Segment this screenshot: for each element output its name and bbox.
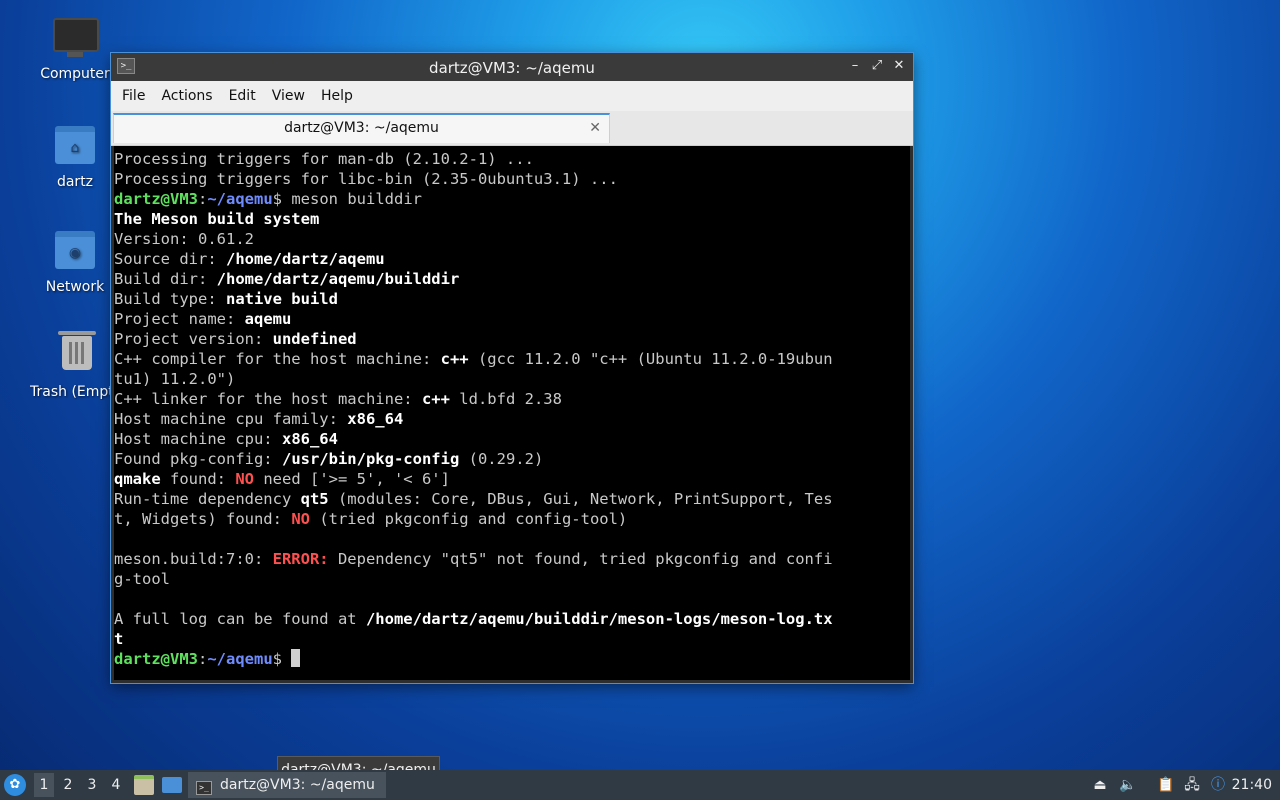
- network-folder-icon: ◉: [53, 231, 97, 275]
- menu-view[interactable]: View: [264, 88, 313, 104]
- terminal-line: C++ compiler for the host machine: c++ (…: [114, 350, 833, 368]
- home-folder-icon: ⌂: [53, 126, 97, 170]
- terminal-line: Found pkg-config: /usr/bin/pkg-config (0…: [114, 450, 544, 468]
- desktop-icon-home[interactable]: ⌂ dartz: [25, 120, 125, 190]
- desktop-icon-label: dartz: [56, 174, 94, 190]
- terminal-line: g-tool: [114, 570, 170, 588]
- start-menu-icon[interactable]: ✿: [4, 774, 26, 796]
- workspace-4[interactable]: 4: [106, 773, 126, 797]
- terminal-line: Host machine cpu: x86_64: [114, 430, 338, 448]
- tab-label: dartz@VM3: ~/aqemu: [284, 120, 439, 136]
- terminal-line: Version: 0.61.2: [114, 230, 254, 248]
- trash-icon: [55, 331, 99, 380]
- file-manager-icon[interactable]: [134, 775, 154, 795]
- terminal-icon: >_: [196, 781, 212, 795]
- task-label: dartz@VM3: ~/aqemu: [220, 777, 375, 793]
- terminal-line: tu1) 11.2.0"): [114, 370, 236, 388]
- terminal-output[interactable]: Processing triggers for man-db (2.10.2-1…: [114, 146, 910, 680]
- terminal-prompt-line: dartz@VM3:~/aqemu$: [114, 649, 910, 669]
- workspace-2[interactable]: 2: [58, 773, 78, 797]
- show-desktop-icon[interactable]: [162, 777, 182, 793]
- volume-icon[interactable]: 🔈: [1118, 775, 1138, 795]
- desktop-icon-computer[interactable]: Computer: [25, 14, 125, 82]
- terminal-line: t: [114, 630, 124, 648]
- terminal-line: The Meson build system: [114, 210, 320, 228]
- minimize-button[interactable]: –: [847, 57, 863, 75]
- close-button[interactable]: ✕: [891, 57, 907, 75]
- terminal-line: Build dir: /home/dartz/aqemu/builddir: [114, 270, 460, 288]
- desktop-icon-label: Network: [45, 279, 105, 295]
- window-title: dartz@VM3: ~/aqemu: [429, 59, 595, 77]
- eject-icon[interactable]: ⏏: [1090, 775, 1110, 795]
- clipboard-icon[interactable]: 📋: [1156, 775, 1176, 795]
- menu-edit[interactable]: Edit: [221, 88, 264, 104]
- terminal-line: Source dir: /home/dartz/aqemu: [114, 250, 385, 268]
- workspace-1[interactable]: 1: [34, 773, 54, 797]
- terminal-line: Processing triggers for libc-bin (2.35-0…: [114, 170, 618, 188]
- terminal-line: Project version: undefined: [114, 330, 357, 348]
- terminal-prompt-line: dartz@VM3:~/aqemu$ meson builddir: [114, 190, 422, 208]
- terminal-line: t, Widgets) found: NO (tried pkgconfig a…: [114, 510, 628, 528]
- terminal-line: Host machine cpu family: x86_64: [114, 410, 404, 428]
- menu-help[interactable]: Help: [313, 88, 361, 104]
- desktop-icon-label: Computer: [40, 66, 110, 82]
- desktop-icon-trash[interactable]: Trash (Empt: [25, 330, 120, 400]
- maximize-button[interactable]: ⤢: [869, 57, 885, 75]
- terminal-line: Build type: native build: [114, 290, 338, 308]
- terminal-line: C++ linker for the host machine: c++ ld.…: [114, 390, 562, 408]
- terminal-line: Run-time dependency qt5 (modules: Core, …: [114, 490, 833, 508]
- tab-terminal[interactable]: dartz@VM3: ~/aqemu ✕: [113, 113, 610, 143]
- terminal-error-line: meson.build:7:0: ERROR: Dependency "qt5"…: [114, 550, 833, 568]
- task-terminal[interactable]: >_ dartz@VM3: ~/aqemu: [188, 772, 386, 798]
- tab-bar: dartz@VM3: ~/aqemu ✕: [111, 111, 913, 146]
- taskbar: ✿ 1 2 3 4 >_ dartz@VM3: ~/aqemu ⏏ 🔈 📋 🖧 ⓘ…: [0, 770, 1280, 800]
- desktop-icon-network[interactable]: ◉ Network: [25, 225, 125, 295]
- menu-file[interactable]: File: [114, 88, 153, 104]
- workspace-3[interactable]: 3: [82, 773, 102, 797]
- update-notifier-icon[interactable]: ⓘ: [1208, 775, 1228, 795]
- window-titlebar[interactable]: >_ dartz@VM3: ~/aqemu – ⤢ ✕: [111, 53, 913, 81]
- terminal-line: Processing triggers for man-db (2.10.2-1…: [114, 150, 534, 168]
- desktop-icon-label: Trash (Empt: [30, 384, 114, 400]
- menu-actions[interactable]: Actions: [153, 88, 220, 104]
- terminal-window: >_ dartz@VM3: ~/aqemu – ⤢ ✕ File Actions…: [111, 53, 913, 683]
- clock[interactable]: 21:40: [1232, 770, 1272, 800]
- terminal-line: A full log can be found at /home/dartz/a…: [114, 610, 833, 628]
- terminal-line: qmake found: NO need ['>= 5', '< 6']: [114, 470, 450, 488]
- tab-close-icon[interactable]: ✕: [589, 115, 601, 141]
- menubar: File Actions Edit View Help: [111, 81, 913, 111]
- network-icon[interactable]: 🖧: [1182, 775, 1202, 795]
- computer-icon: [53, 18, 99, 62]
- text-cursor: [291, 649, 301, 667]
- terminal-line: Project name: aqemu: [114, 310, 292, 328]
